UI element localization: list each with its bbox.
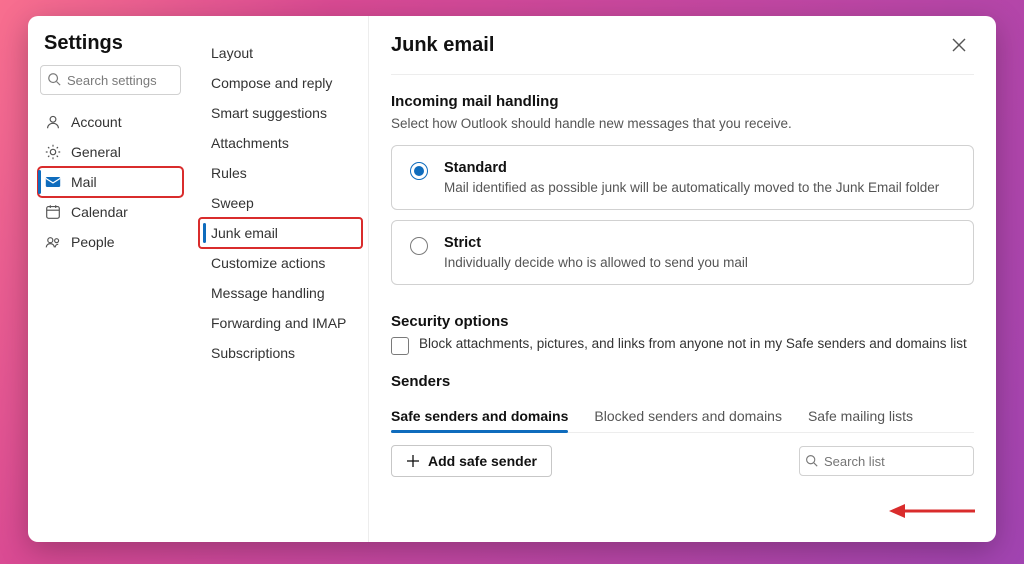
tab-safe-senders-and-domains[interactable]: Safe senders and domains (391, 400, 568, 432)
subnav-item-layout[interactable]: Layout (199, 38, 362, 68)
subnav-item-subscriptions[interactable]: Subscriptions (199, 338, 362, 368)
option-title: Standard (444, 160, 939, 176)
incoming-desc: Select how Outlook should handle new mes… (391, 116, 974, 131)
subnav-item-message-handling[interactable]: Message handling (199, 278, 362, 308)
settings-dialog: Settings Account General Mail Calendar P… (28, 16, 996, 542)
annotation-arrow (889, 500, 977, 522)
block-attachments-label: Block attachments, pictures, and links f… (419, 336, 967, 351)
nav-item-label: People (71, 234, 115, 250)
gear-icon (44, 143, 62, 161)
nav-item-label: General (71, 144, 121, 160)
people-icon (44, 233, 62, 251)
close-button[interactable] (944, 30, 974, 60)
close-icon (951, 37, 967, 53)
senders-heading: Senders (391, 373, 974, 390)
plus-icon (406, 454, 420, 468)
handling-option-standard[interactable]: Standard Mail identified as possible jun… (391, 145, 974, 210)
block-attachments-row[interactable]: Block attachments, pictures, and links f… (391, 336, 974, 355)
search-icon (805, 454, 818, 467)
nav-item-people[interactable]: People (38, 227, 183, 257)
search-settings-input[interactable] (40, 65, 181, 95)
subnav-item-forwarding-and-imap[interactable]: Forwarding and IMAP (199, 308, 362, 338)
search-list-input[interactable] (799, 446, 974, 476)
calendar-icon (44, 203, 62, 221)
mail-subnav: LayoutCompose and replySmart suggestions… (193, 16, 368, 542)
page-header: Junk email (391, 30, 974, 75)
add-safe-sender-label: Add safe sender (428, 453, 537, 469)
settings-content: Junk email Incoming mail handling Select… (368, 16, 996, 542)
subnav-item-compose-and-reply[interactable]: Compose and reply (199, 68, 362, 98)
nav-item-mail[interactable]: Mail (38, 167, 183, 197)
subnav-item-smart-suggestions[interactable]: Smart suggestions (199, 98, 362, 128)
add-safe-sender-button[interactable]: Add safe sender (391, 445, 552, 477)
person-icon (44, 113, 62, 131)
security-heading: Security options (391, 313, 974, 330)
incoming-heading: Incoming mail handling (391, 93, 974, 110)
senders-toolbar: Add safe sender (391, 445, 974, 477)
subnav-item-sweep[interactable]: Sweep (199, 188, 362, 218)
tab-blocked-senders-and-domains[interactable]: Blocked senders and domains (594, 400, 782, 432)
option-desc: Individually decide who is allowed to se… (444, 255, 748, 270)
nav-item-account[interactable]: Account (38, 107, 183, 137)
settings-category-list: Account General Mail Calendar People (38, 103, 183, 261)
nav-item-calendar[interactable]: Calendar (38, 197, 183, 227)
radio-button[interactable] (410, 237, 428, 255)
option-desc: Mail identified as possible junk will be… (444, 180, 939, 195)
subnav-item-junk-email[interactable]: Junk email (199, 218, 362, 248)
settings-sidebar: Settings Account General Mail Calendar P… (28, 16, 193, 542)
security-section: Security options Block attachments, pict… (391, 295, 974, 355)
search-settings-wrap (40, 65, 181, 95)
subnav-item-customize-actions[interactable]: Customize actions (199, 248, 362, 278)
handling-option-strict[interactable]: Strict Individually decide who is allowe… (391, 220, 974, 285)
mail-subnav-list: LayoutCompose and replySmart suggestions… (199, 38, 362, 368)
settings-heading: Settings (38, 30, 183, 65)
mail-icon (44, 173, 62, 191)
incoming-section: Incoming mail handling Select how Outloo… (391, 75, 974, 285)
search-list-wrap (799, 446, 974, 476)
radio-button[interactable] (410, 162, 428, 180)
tab-safe-mailing-lists[interactable]: Safe mailing lists (808, 400, 913, 432)
nav-item-label: Mail (71, 174, 97, 190)
nav-item-general[interactable]: General (38, 137, 183, 167)
block-attachments-checkbox[interactable] (391, 337, 409, 355)
option-title: Strict (444, 235, 748, 251)
search-icon (47, 72, 61, 86)
incoming-options: Standard Mail identified as possible jun… (391, 145, 974, 285)
nav-item-label: Account (71, 114, 122, 130)
nav-item-label: Calendar (71, 204, 128, 220)
page-title: Junk email (391, 34, 494, 57)
senders-section: Senders Safe senders and domains Blocked … (391, 355, 974, 477)
subnav-item-rules[interactable]: Rules (199, 158, 362, 188)
subnav-item-attachments[interactable]: Attachments (199, 128, 362, 158)
senders-tabs: Safe senders and domains Blocked senders … (391, 400, 974, 433)
